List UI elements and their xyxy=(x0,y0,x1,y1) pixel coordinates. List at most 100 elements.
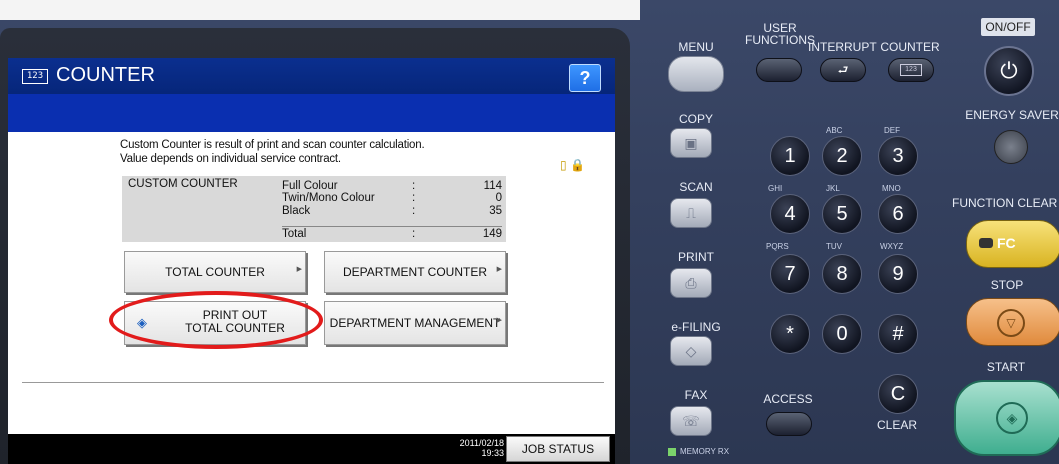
row-sep: : xyxy=(412,205,416,217)
highlight-oval xyxy=(109,291,323,349)
lock-icon: ▯ 🔒 xyxy=(560,158,585,172)
key-7[interactable]: 7 xyxy=(770,254,810,294)
row-value: 0 xyxy=(495,192,502,204)
row-sep: : xyxy=(412,180,416,192)
date-text: 2011/02/18 xyxy=(459,438,504,448)
interrupt-label: INTERRUPT xyxy=(808,40,877,54)
menu-label: MENU xyxy=(678,40,714,54)
fax-label: FAX xyxy=(684,388,708,402)
key-4[interactable]: 4 xyxy=(770,194,810,234)
page-title: COUNTER xyxy=(56,64,155,86)
row-name: Black xyxy=(282,205,311,217)
print-button[interactable]: ⎙ xyxy=(670,268,712,298)
arrow-icon: ▶ xyxy=(496,266,502,273)
power-button[interactable]: ⏻ xyxy=(984,46,1034,96)
custom-counter-label: CUSTOM COUNTER xyxy=(128,178,238,190)
start-button[interactable]: ◈ xyxy=(954,380,1059,456)
button-label: DEPARTMENT COUNTER xyxy=(342,265,487,279)
clock: 2011/02/18 19:33 xyxy=(440,438,504,458)
table-row: Twin/Mono Colour : 0 xyxy=(282,192,502,204)
menu-button[interactable] xyxy=(668,56,724,92)
efiling-label: e-FILING xyxy=(671,320,721,334)
key-letters: MNO xyxy=(882,184,901,193)
row-name: Full Colour xyxy=(282,180,338,192)
fc-icon xyxy=(979,238,993,248)
total-counter-button[interactable]: TOTAL COUNTER ▶ xyxy=(124,251,306,293)
button-label: DEPARTMENT MANAGEMENT xyxy=(329,316,501,330)
total-sep: : xyxy=(412,228,416,240)
department-counter-button[interactable]: DEPARTMENT COUNTER ▶ xyxy=(324,251,506,293)
stop-icon: ▽ xyxy=(997,309,1025,337)
start-icon: ◈ xyxy=(996,402,1028,434)
start-label: START xyxy=(986,360,1026,374)
user-functions-button[interactable] xyxy=(756,58,802,82)
clear-label: CLEAR xyxy=(876,418,917,432)
row-value: 114 xyxy=(483,180,502,192)
row-name: Twin/Mono Colour xyxy=(282,192,375,204)
counter-table: CUSTOM COUNTER Full Colour : 114 Twin/Mo… xyxy=(122,176,506,242)
total-row: Total : 149 xyxy=(282,226,502,241)
scan-button[interactable]: ⎍ xyxy=(670,198,712,228)
key-1[interactable]: 1 xyxy=(770,136,810,176)
key-letters: WXYZ xyxy=(880,242,904,251)
key-9[interactable]: 9 xyxy=(878,254,918,294)
stop-label: STOP xyxy=(990,278,1024,292)
top-margin xyxy=(0,0,640,20)
copy-button[interactable]: ▣ xyxy=(670,128,712,158)
key-asterisk[interactable]: * xyxy=(770,314,810,354)
fc-label: FC xyxy=(997,235,1016,251)
key-2[interactable]: 2 xyxy=(822,136,862,176)
description-line: Custom Counter is result of print and sc… xyxy=(120,139,425,151)
key-0[interactable]: 0 xyxy=(822,314,862,354)
description: Custom Counter is result of print and sc… xyxy=(120,138,425,166)
title-bar: 123 COUNTER ? xyxy=(8,58,615,94)
counter-button[interactable]: 123 xyxy=(888,58,934,82)
function-clear-label: FUNCTION CLEAR xyxy=(952,196,1058,210)
key-5[interactable]: 5 xyxy=(822,194,862,234)
key-letters: PQRS xyxy=(766,242,789,251)
key-hash[interactable]: # xyxy=(878,314,918,354)
copy-label: COPY xyxy=(678,112,713,126)
job-status-button[interactable]: JOB STATUS xyxy=(506,436,610,462)
department-management-button[interactable]: DEPARTMENT MANAGEMENT ▶ xyxy=(324,301,506,345)
key-letters: GHI xyxy=(768,184,783,193)
button-label: TOTAL COUNTER xyxy=(165,265,265,279)
memory-rx-label: MEMORY RX xyxy=(680,447,730,456)
fax-button[interactable]: ☏ xyxy=(670,406,712,436)
key-letters: ABC xyxy=(826,126,843,135)
memory-rx-led xyxy=(668,448,676,456)
key-letters: DEF xyxy=(884,126,900,135)
energy-saver-label: ENERGY SAVER xyxy=(965,108,1059,122)
counter-icon: 123 xyxy=(900,64,922,76)
description-line: Value depends on individual service cont… xyxy=(120,153,341,165)
function-clear-button[interactable]: FC xyxy=(966,220,1059,268)
status-bar: 2011/02/18 19:33 JOB STATUS xyxy=(8,434,615,464)
access-button[interactable] xyxy=(766,412,812,436)
help-button[interactable]: ? xyxy=(569,64,601,92)
clear-key[interactable]: C xyxy=(878,374,918,414)
scan-label: SCAN xyxy=(679,180,713,194)
print-label: PRINT xyxy=(678,250,714,264)
key-6[interactable]: 6 xyxy=(878,194,918,234)
row-sep: : xyxy=(412,192,416,204)
access-label: ACCESS xyxy=(763,392,813,406)
energy-saver-button[interactable] xyxy=(994,130,1028,164)
key-letters: JKL xyxy=(826,184,840,193)
efiling-button[interactable]: ◇ xyxy=(670,336,712,366)
arrow-icon: ▶ xyxy=(296,266,302,273)
on-off-label: ON/OFF xyxy=(981,18,1035,36)
stop-button[interactable]: ▽ xyxy=(966,298,1059,346)
time-text: 19:33 xyxy=(481,448,504,458)
divider xyxy=(22,382,604,383)
key-letters: TUV xyxy=(826,242,842,251)
interrupt-button[interactable]: ⮐ xyxy=(820,58,866,82)
table-row: Full Colour : 114 xyxy=(282,180,502,192)
table-row: Black : 35 xyxy=(282,205,502,217)
counter-label: COUNTER xyxy=(880,40,940,54)
total-value: 149 xyxy=(482,228,502,240)
touch-screen: 123 COUNTER ? Custom Counter is result o… xyxy=(8,58,615,464)
key-8[interactable]: 8 xyxy=(822,254,862,294)
total-label: Total xyxy=(282,228,307,240)
key-3[interactable]: 3 xyxy=(878,136,918,176)
header-band xyxy=(8,94,615,132)
